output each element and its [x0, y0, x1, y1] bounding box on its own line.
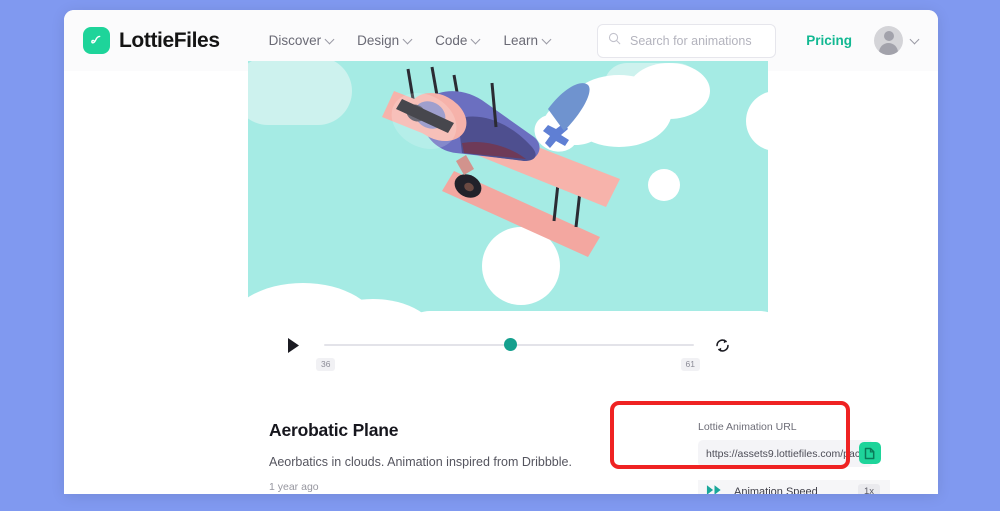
frame-end-badge: 61	[680, 358, 700, 371]
asset-description: Aeorbatics in clouds. Animation inspired…	[269, 455, 572, 469]
main-nav: Discover Design Code Learn	[269, 33, 552, 48]
fast-forward-icon	[706, 483, 723, 494]
chevron-down-icon	[404, 35, 413, 44]
nav-item-label: Discover	[268, 33, 322, 48]
brand-name: LottieFiles	[119, 28, 220, 52]
copy-icon[interactable]	[859, 442, 881, 464]
nav-item-design[interactable]: Design	[357, 33, 413, 48]
frame-start-badge: 36	[316, 358, 336, 371]
chevron-down-icon	[543, 35, 552, 44]
account-area[interactable]	[874, 26, 920, 55]
lottie-url-panel: Lottie Animation URL https://assets9.lot…	[681, 418, 907, 472]
player-controls: 36 61	[248, 326, 768, 378]
chevron-down-icon	[326, 35, 335, 44]
seek-thumb[interactable]	[504, 338, 518, 351]
animation-preview-stage[interactable]	[248, 61, 768, 320]
animation-speed-row[interactable]: Animation Speed 1x	[698, 480, 890, 494]
play-button[interactable]	[282, 334, 304, 356]
brand-logo[interactable]: LottieFiles	[83, 27, 220, 54]
lottiefiles-page-card: LottieFiles Discover Design Code Learn S…	[64, 10, 938, 494]
animation-speed-value: 1x	[857, 484, 880, 494]
search-input[interactable]	[629, 33, 766, 48]
nav-item-label: Code	[435, 33, 468, 48]
animation-speed-label: Animation Speed	[734, 486, 818, 494]
asset-details: Aerobatic Plane Aeorbatics in clouds. An…	[269, 420, 599, 493]
nav-item-discover[interactable]: Discover	[269, 33, 336, 48]
nav-item-code[interactable]: Code	[435, 33, 481, 48]
lottie-url-field[interactable]: https://assets9.lottiefiles.com/pacl	[698, 440, 881, 467]
nav-item-label: Design	[357, 33, 400, 48]
chevron-down-icon[interactable]	[911, 35, 920, 44]
loop-icon[interactable]	[710, 333, 734, 357]
asset-age: 1 year ago	[269, 481, 319, 493]
seek-bar[interactable]: 36 61	[316, 326, 700, 374]
lottie-url-value: https://assets9.lottiefiles.com/pacl	[706, 447, 863, 460]
lottie-url-label: Lottie Animation URL	[698, 421, 797, 433]
search-box[interactable]	[596, 23, 777, 58]
lottiefiles-logo-icon	[83, 27, 110, 54]
chevron-down-icon	[472, 35, 481, 44]
asset-title: Aerobatic Plane	[269, 420, 399, 440]
search-icon	[608, 32, 621, 50]
nav-item-learn[interactable]: Learn	[503, 33, 552, 48]
pricing-link[interactable]: Pricing	[806, 33, 852, 48]
nav-item-label: Learn	[503, 33, 538, 48]
biplane-illustration	[382, 66, 620, 257]
avatar[interactable]	[874, 26, 903, 55]
